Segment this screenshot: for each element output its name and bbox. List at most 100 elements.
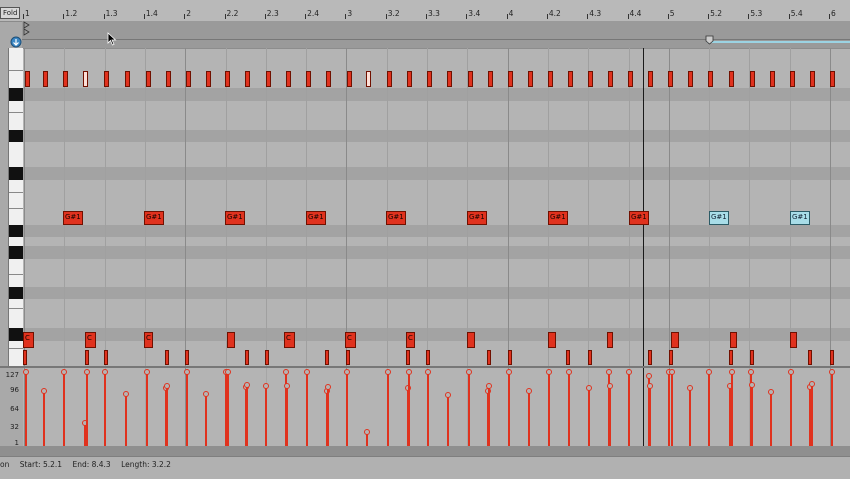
midi-note[interactable] — [750, 350, 754, 365]
velocity-stem[interactable] — [25, 372, 27, 448]
velocity-stem[interactable] — [306, 372, 308, 448]
midi-note[interactable] — [588, 350, 592, 365]
velocity-handle[interactable] — [102, 369, 108, 375]
midi-note[interactable] — [225, 71, 230, 87]
velocity-handle[interactable] — [809, 380, 815, 387]
velocity-stem[interactable] — [387, 372, 389, 448]
velocity-handle[interactable] — [385, 369, 391, 375]
midi-note[interactable] — [406, 350, 410, 365]
midi-note[interactable]: C — [284, 332, 295, 348]
black-key[interactable] — [9, 225, 24, 237]
midi-note[interactable] — [165, 350, 169, 365]
midi-note[interactable] — [508, 71, 513, 87]
midi-note[interactable] — [265, 350, 269, 365]
velocity-stem[interactable] — [649, 385, 651, 448]
black-key[interactable] — [9, 328, 24, 341]
loop-brace-strip[interactable] — [22, 21, 850, 48]
midi-note[interactable] — [387, 71, 392, 87]
velocity-stem[interactable] — [609, 385, 611, 448]
black-key[interactable] — [9, 88, 24, 101]
black-key[interactable] — [9, 246, 24, 259]
midi-note[interactable]: G#1 — [386, 211, 406, 225]
velocity-stem[interactable] — [125, 393, 127, 448]
midi-note[interactable]: G#1 — [144, 211, 164, 225]
velocity-stem[interactable] — [166, 385, 168, 448]
midi-note[interactable] — [488, 71, 493, 87]
velocity-stem[interactable] — [43, 390, 45, 448]
velocity-stem[interactable] — [468, 372, 470, 448]
midi-note[interactable] — [104, 350, 108, 365]
velocity-stem[interactable] — [751, 385, 753, 448]
midi-note[interactable] — [668, 71, 673, 87]
midi-note[interactable] — [628, 71, 633, 87]
midi-note[interactable]: G#1 — [629, 211, 649, 225]
midi-note[interactable] — [185, 350, 189, 365]
midi-note[interactable] — [326, 71, 331, 87]
velocity-handle[interactable] — [607, 382, 613, 389]
velocity-handle[interactable] — [425, 369, 431, 375]
midi-note[interactable] — [467, 332, 475, 348]
midi-note[interactable] — [671, 332, 679, 348]
midi-note[interactable] — [468, 71, 473, 87]
midi-note[interactable] — [447, 71, 452, 87]
velocity-stem[interactable] — [63, 372, 65, 448]
midi-note[interactable] — [63, 71, 68, 87]
velocity-handle[interactable] — [184, 369, 190, 375]
velocity-handle[interactable] — [406, 369, 412, 375]
velocity-handle[interactable] — [748, 369, 754, 375]
midi-note[interactable] — [227, 332, 235, 348]
velocity-handle[interactable] — [506, 369, 512, 375]
midi-note[interactable] — [346, 350, 350, 365]
velocity-stem[interactable] — [265, 386, 267, 448]
velocity-stem[interactable] — [86, 372, 88, 448]
velocity-stem[interactable] — [689, 387, 691, 448]
fold-toggle-icon[interactable] — [10, 36, 22, 48]
midi-note[interactable] — [25, 71, 30, 87]
midi-note[interactable] — [548, 71, 553, 87]
velocity-handle[interactable] — [788, 369, 794, 375]
velocity-stem[interactable] — [286, 385, 288, 448]
midi-note[interactable] — [830, 71, 835, 87]
midi-note[interactable] — [166, 71, 171, 87]
black-key[interactable] — [9, 167, 24, 180]
midi-note[interactable] — [750, 71, 755, 87]
midi-note[interactable] — [245, 71, 250, 87]
velocity-handle[interactable] — [344, 369, 350, 375]
velocity-handle[interactable] — [566, 369, 572, 375]
velocity-stem[interactable] — [708, 372, 710, 448]
midi-note[interactable] — [568, 71, 573, 87]
black-key[interactable] — [9, 287, 24, 299]
midi-note[interactable] — [708, 71, 713, 87]
midi-note[interactable] — [85, 350, 89, 365]
velocity-stem[interactable] — [488, 386, 490, 448]
velocity-handle[interactable] — [706, 369, 712, 375]
midi-note[interactable] — [83, 71, 88, 87]
midi-note[interactable] — [104, 71, 109, 87]
velocity-stem[interactable] — [668, 372, 670, 448]
midi-note[interactable] — [566, 350, 570, 365]
velocity-stem[interactable] — [408, 372, 410, 448]
velocity-stem[interactable] — [346, 372, 348, 448]
midi-note[interactable]: G#1 — [63, 211, 83, 225]
midi-note[interactable]: C — [144, 332, 153, 348]
velocity-stem[interactable] — [811, 383, 813, 448]
midi-note[interactable] — [325, 350, 329, 365]
velocity-handle[interactable] — [546, 369, 552, 375]
midi-note[interactable] — [648, 350, 652, 365]
velocity-stem[interactable] — [628, 372, 630, 448]
midi-note[interactable]: C — [23, 332, 34, 348]
midi-note[interactable] — [146, 71, 151, 87]
velocity-handle[interactable] — [626, 369, 632, 375]
velocity-stem[interactable] — [588, 387, 590, 448]
midi-note[interactable] — [266, 71, 271, 87]
velocity-handle[interactable] — [84, 369, 90, 375]
velocity-stem[interactable] — [146, 372, 148, 448]
velocity-stem[interactable] — [246, 385, 248, 448]
velocity-handle[interactable] — [749, 382, 755, 389]
velocity-handle[interactable] — [687, 384, 693, 391]
velocity-handle[interactable] — [669, 369, 675, 375]
velocity-stem[interactable] — [770, 391, 772, 448]
midi-note[interactable] — [810, 71, 815, 87]
fold-button[interactable]: Fold — [0, 7, 21, 19]
midi-note[interactable]: G#1 — [225, 211, 245, 225]
